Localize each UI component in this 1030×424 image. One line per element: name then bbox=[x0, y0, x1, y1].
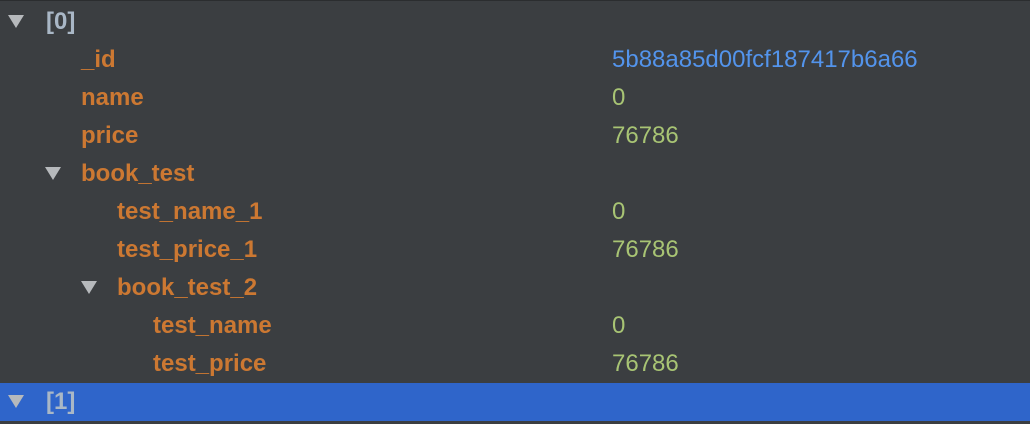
tree-row-price[interactable]: price 76786 bbox=[0, 117, 1030, 155]
row-key: [1] bbox=[46, 388, 76, 415]
row-key: book_test_2 bbox=[117, 274, 258, 301]
tree-row-test-price-1[interactable]: test_price_1 76786 bbox=[0, 231, 1030, 269]
tree-row-test-price[interactable]: test_price 76786 bbox=[0, 345, 1030, 383]
triangle-down-icon bbox=[8, 394, 24, 408]
row-key: [0] bbox=[46, 8, 76, 35]
row-key: book_test bbox=[81, 160, 195, 187]
tree-row-book-test[interactable]: book_test bbox=[0, 155, 1030, 193]
tree-row-index-1[interactable]: [1] bbox=[0, 383, 1030, 421]
row-key: test_name bbox=[153, 312, 272, 339]
row-key: test_price_1 bbox=[117, 236, 258, 263]
tree-row-name[interactable]: name 0 bbox=[0, 79, 1030, 117]
tree-row-test-name[interactable]: test_name 0 bbox=[0, 307, 1030, 345]
document-tree: [0] _id 5b88a85d00fcf187417b6a66 name 0 … bbox=[0, 0, 1030, 424]
expand-toggle[interactable] bbox=[43, 163, 63, 183]
tree-row-test-name-1[interactable]: test_name_1 0 bbox=[0, 193, 1030, 231]
expand-toggle[interactable] bbox=[6, 391, 26, 411]
expand-toggle[interactable] bbox=[79, 277, 99, 297]
row-value: 0 bbox=[612, 312, 626, 339]
row-value: 76786 bbox=[612, 122, 679, 149]
row-value: 0 bbox=[612, 198, 626, 225]
row-value: 5b88a85d00fcf187417b6a66 bbox=[612, 46, 918, 73]
row-value: 0 bbox=[612, 84, 626, 111]
triangle-down-icon bbox=[45, 166, 61, 180]
row-key: price bbox=[81, 122, 139, 149]
row-key: test_name_1 bbox=[117, 198, 263, 225]
tree-row-book-test-2[interactable]: book_test_2 bbox=[0, 269, 1030, 307]
tree-row-index-0[interactable]: [0] bbox=[0, 3, 1030, 41]
triangle-down-icon bbox=[81, 280, 97, 294]
expand-toggle[interactable] bbox=[6, 11, 26, 31]
row-value: 76786 bbox=[612, 350, 679, 377]
tree-row-id[interactable]: _id 5b88a85d00fcf187417b6a66 bbox=[0, 41, 1030, 79]
triangle-down-icon bbox=[8, 14, 24, 28]
row-key: name bbox=[81, 84, 144, 111]
row-key: test_price bbox=[153, 350, 267, 377]
row-key: _id bbox=[81, 46, 116, 73]
row-value: 76786 bbox=[612, 236, 679, 263]
